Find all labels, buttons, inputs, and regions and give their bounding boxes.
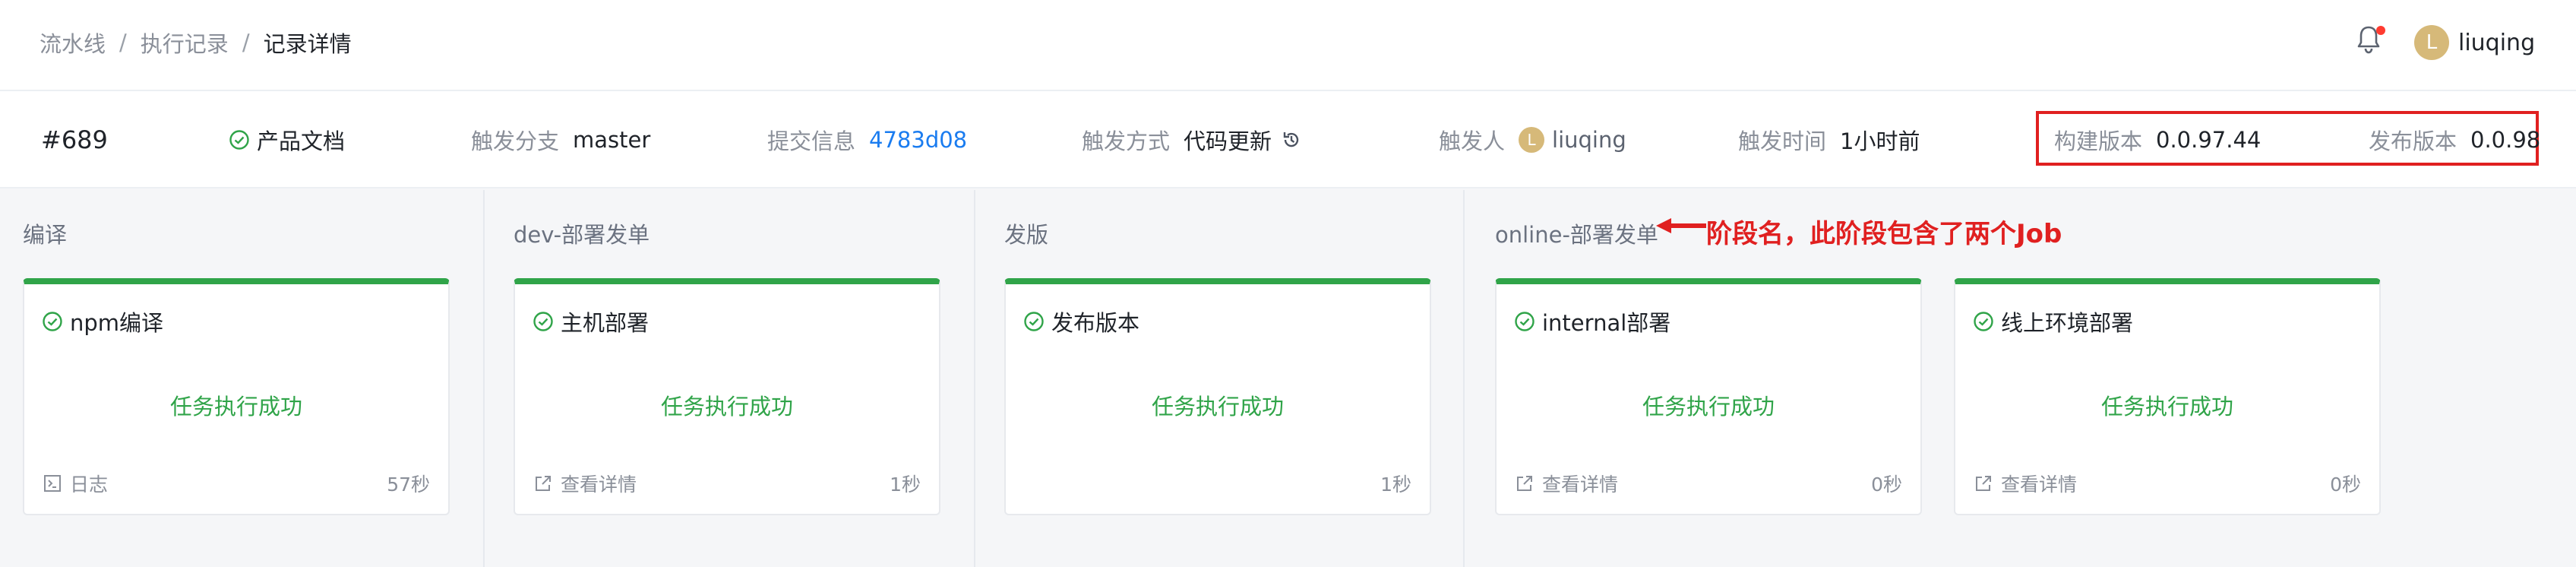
stage-divider	[483, 190, 485, 567]
view-details-link[interactable]: 查看详情	[1515, 470, 1618, 497]
job-name: internal部署	[1542, 310, 1671, 336]
run-number-text: #689	[41, 125, 108, 154]
view-details-link[interactable]: 查看详情	[533, 470, 637, 497]
bell-icon[interactable]	[2356, 24, 2385, 56]
job-status: 任务执行成功	[660, 394, 793, 420]
trigger-time: 触发时间 1小时前	[1738, 125, 1920, 155]
stage-divider	[1463, 190, 1465, 567]
view-details-label: 查看详情	[2001, 474, 2078, 496]
job-card[interactable]: 主机部署 任务执行成功 查看详情 1秒	[514, 278, 940, 515]
breadcrumb-current: 记录详情	[263, 31, 352, 57]
breadcrumb-separator: /	[119, 30, 127, 55]
job-status: 任务执行成功	[169, 394, 302, 420]
external-link-icon	[1976, 476, 1991, 491]
job-name: 主机部署	[561, 310, 650, 336]
job-status: 任务执行成功	[1642, 394, 1775, 420]
annotation-text: 阶段名，此阶段包含了两个Job	[1706, 219, 2062, 249]
check-circle-icon	[1515, 312, 1535, 331]
run-info-bar: #689 产品文档 触发分支 master 提交信息 4783d08 触发方式 …	[0, 91, 2576, 188]
stage-title: dev-部署发单	[514, 222, 650, 248]
release-version: 发布版本 0.0.98	[2369, 125, 2540, 155]
annotation-arrow-icon	[1656, 218, 1706, 233]
build-version-value: 0.0.97.44	[2156, 127, 2262, 153]
view-details-label: 查看详情	[1542, 474, 1619, 496]
job-card[interactable]: 发布版本 任务执行成功 1秒	[1004, 278, 1431, 515]
top-header: 流水线 / 执行记录 / 记录详情 L liuqing	[0, 0, 2576, 91]
check-circle-icon	[1024, 312, 1044, 331]
release-version-value: 0.0.98	[2470, 127, 2541, 153]
build-version-label: 构建版本	[2054, 128, 2143, 154]
trigger-time-value: 1小时前	[1840, 128, 1920, 154]
trigger-user-value: liuqing	[1552, 127, 1626, 153]
breadcrumb: 流水线 / 执行记录 / 记录详情	[40, 26, 352, 59]
view-details-link[interactable]: 查看详情	[1974, 470, 2077, 497]
trigger-user: 触发人 L liuqing	[1439, 125, 1626, 155]
job-footer: 查看详情 0秒	[1515, 470, 1902, 497]
stage-title: 编译	[23, 222, 68, 248]
external-link-icon	[1517, 476, 1532, 491]
log-link-label: 日志	[70, 474, 109, 496]
breadcrumb-separator: /	[242, 30, 250, 55]
avatar: L	[2414, 25, 2449, 60]
run-number: #689	[41, 125, 108, 155]
job-name: 线上环境部署	[2001, 310, 2134, 336]
job-card[interactable]: internal部署 任务执行成功 查看详情 0秒	[1495, 278, 1922, 515]
job-duration: 1秒	[1380, 474, 1411, 496]
job-header: internal部署	[1513, 306, 1670, 337]
terminal-icon	[44, 475, 61, 492]
check-circle-icon	[43, 312, 62, 331]
job-card[interactable]: 线上环境部署 任务执行成功 查看详情 0秒	[1954, 278, 2381, 515]
job-footer: 查看详情 0秒	[1974, 470, 2361, 497]
trigger-user-label: 触发人	[1439, 128, 1506, 154]
job-card[interactable]: npm编译 任务执行成功 日志 57秒	[23, 278, 450, 515]
breadcrumb-run-history[interactable]: 执行记录	[141, 27, 229, 59]
user-menu[interactable]: L liuqing	[2414, 24, 2535, 61]
pipeline-name-text: 产品文档	[257, 128, 346, 154]
check-circle-icon	[1974, 312, 1993, 331]
job-header: 主机部署	[532, 306, 649, 337]
view-details-label: 查看详情	[561, 474, 637, 496]
notification-dot	[2376, 26, 2385, 35]
log-link[interactable]: 日志	[43, 470, 108, 497]
stage-divider	[974, 190, 975, 567]
build-version: 构建版本 0.0.97.44	[2054, 125, 2261, 155]
pipeline-name: 产品文档	[228, 125, 345, 155]
check-circle-icon	[533, 312, 553, 331]
job-status: 任务执行成功	[1151, 394, 1284, 420]
job-footer: 1秒	[1024, 470, 1411, 497]
job-name: npm编译	[70, 310, 164, 336]
job-footer: 日志 57秒	[43, 470, 430, 497]
trigger-mode-value: 代码更新	[1184, 128, 1272, 154]
commit-label: 提交信息	[767, 128, 856, 154]
release-version-label: 发布版本	[2369, 128, 2457, 154]
job-header: npm编译	[41, 306, 163, 337]
history-icon	[1283, 132, 1299, 147]
trigger-time-label: 触发时间	[1738, 128, 1827, 154]
commit-info: 提交信息 4783d08	[767, 125, 967, 155]
job-header: 线上环境部署	[1972, 306, 2133, 337]
job-header: 发布版本	[1022, 306, 1139, 337]
job-duration: 0秒	[1871, 474, 1902, 496]
commit-hash-link[interactable]: 4783d08	[869, 127, 967, 153]
stage-title: online-部署发单	[1495, 222, 1658, 248]
trigger-mode-label: 触发方式	[1082, 128, 1171, 154]
breadcrumb-pipeline[interactable]: 流水线	[40, 27, 106, 59]
trigger-branch-value: master	[573, 127, 651, 153]
trigger-branch-label: 触发分支	[471, 128, 560, 154]
job-status: 任务执行成功	[2100, 394, 2233, 420]
trigger-user-avatar: L	[1519, 127, 1545, 153]
job-name: 发布版本	[1051, 310, 1140, 336]
job-duration: 57秒	[387, 474, 430, 496]
job-footer: 查看详情 1秒	[533, 470, 921, 497]
trigger-branch: 触发分支 master	[471, 125, 650, 155]
stage-title: 发版	[1004, 222, 1049, 248]
external-link-icon	[536, 476, 551, 491]
username: liuqing	[2458, 29, 2536, 56]
job-duration: 1秒	[890, 474, 921, 496]
job-duration: 0秒	[2330, 474, 2361, 496]
trigger-mode: 触发方式 代码更新	[1082, 125, 1302, 155]
stage-board: 编译 npm编译 任务执行成功 日志 57秒 dev-部署发单 主机部署 任务执…	[0, 190, 2576, 567]
check-circle-icon	[229, 130, 249, 150]
